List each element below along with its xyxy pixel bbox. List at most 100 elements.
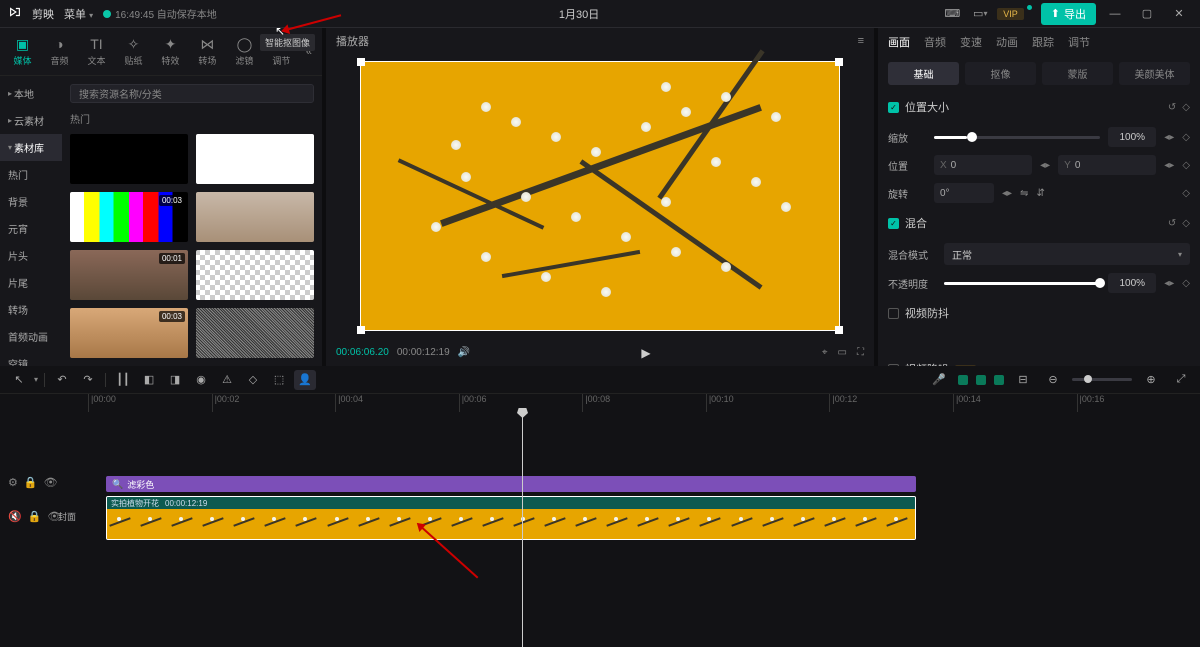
stepper-icon[interactable]: ◂▸ xyxy=(1164,132,1174,143)
close-button[interactable]: ✕ xyxy=(1166,4,1192,24)
sidebar-item-local[interactable]: ▸本地 xyxy=(0,80,62,107)
ratio-icon[interactable]: ▭ xyxy=(838,347,847,358)
sidebar-item-lantern[interactable]: 元宵 xyxy=(0,215,62,242)
crop-icon[interactable]: ⬚ xyxy=(268,370,290,390)
tab-media[interactable]: ▣媒体 xyxy=(6,36,39,67)
freeze-icon[interactable]: ◉ xyxy=(190,370,212,390)
position-y-field[interactable]: Y0 xyxy=(1058,155,1156,175)
sidebar-item-hot[interactable]: 热门 xyxy=(0,161,62,188)
sidebar-item-outro[interactable]: 片尾 xyxy=(0,269,62,296)
reset-icon[interactable]: ↺ xyxy=(1168,102,1176,113)
zoom-fit-icon[interactable]: ⤢ xyxy=(1170,370,1192,390)
checkbox-icon[interactable]: ✓ xyxy=(888,102,899,113)
play-button[interactable]: ▶ xyxy=(641,346,650,360)
keyframe-icon[interactable]: ◇ xyxy=(1182,278,1190,289)
settings-icon[interactable]: ⚙ xyxy=(8,476,18,489)
section-denoise[interactable]: 视频降噪 VIP xyxy=(888,353,1190,366)
media-thumb[interactable] xyxy=(196,308,314,358)
timeline-ruler[interactable]: |00:00 |00:02 |00:04 |00:06 |00:08 |00:1… xyxy=(0,394,1200,412)
keyframe-icon[interactable]: ◇ xyxy=(1182,132,1190,143)
zoom-out-icon[interactable]: ⊖ xyxy=(1042,370,1064,390)
scale-value[interactable]: 100% xyxy=(1108,127,1156,147)
media-thumb[interactable]: 00:03 xyxy=(70,192,188,242)
media-thumb[interactable]: 00:01 xyxy=(70,250,188,300)
mirror-icon[interactable]: ⚠ xyxy=(216,370,238,390)
vip-badge[interactable]: VIP xyxy=(997,8,1024,20)
insp-tab-anim[interactable]: 动画 xyxy=(996,34,1018,50)
rotate-field[interactable]: 0° xyxy=(934,183,994,203)
player-menu-icon[interactable]: ≡ xyxy=(858,35,864,47)
insp-tab-track[interactable]: 跟踪 xyxy=(1032,34,1054,50)
position-x-field[interactable]: X0 xyxy=(934,155,1032,175)
subtab-basic[interactable]: 基础 xyxy=(888,62,959,85)
tab-filter[interactable]: ◯滤镜 xyxy=(228,36,261,67)
undo-button[interactable]: ↶ xyxy=(51,370,73,390)
select-tool-icon[interactable]: ↖ xyxy=(8,370,30,390)
handle-top-left[interactable] xyxy=(357,58,365,66)
subtab-beauty[interactable]: 美颜美体 xyxy=(1119,62,1190,85)
tab-effect[interactable]: ✦特效 xyxy=(154,36,187,67)
tab-audio[interactable]: ◑音频 xyxy=(43,36,76,67)
zoom-slider[interactable] xyxy=(1072,378,1132,381)
tab-text[interactable]: TI文本 xyxy=(80,36,113,67)
tracks-area[interactable]: ⚙ 🔒 👁 🔇 🔒 👁 封面 🔍 滤彩色 实拍植物开花 00:00:12:19 xyxy=(0,412,1200,647)
keyframe-icon[interactable]: ◇ xyxy=(1182,102,1190,113)
delete-left-icon[interactable]: ◧ xyxy=(138,370,160,390)
media-thumb[interactable] xyxy=(196,134,314,184)
handle-top-right[interactable] xyxy=(835,58,843,66)
section-pos-size[interactable]: ✓ 位置大小 ↺◇ xyxy=(888,91,1190,123)
insp-tab-speed[interactable]: 变速 xyxy=(960,34,982,50)
handle-bottom-right[interactable] xyxy=(835,326,843,334)
playhead[interactable] xyxy=(522,412,523,647)
mic-icon[interactable]: 🎤 xyxy=(928,370,950,390)
zoom-in-icon[interactable]: ⊕ xyxy=(1140,370,1162,390)
tab-transition[interactable]: ⋈转场 xyxy=(191,36,224,67)
fullscreen-icon[interactable]: ⛶ xyxy=(857,347,864,358)
opacity-value[interactable]: 100% xyxy=(1108,273,1156,293)
sidebar-item-anim[interactable]: 首频动画 xyxy=(0,323,62,350)
menu-dropdown[interactable]: 菜单 ▾ xyxy=(64,6,93,22)
lock-icon[interactable]: 🔒 xyxy=(28,510,42,523)
cover-label[interactable]: 封面 xyxy=(58,510,82,523)
blend-mode-select[interactable]: 正常 ▾ xyxy=(944,243,1190,265)
media-thumb[interactable] xyxy=(196,192,314,242)
flip-v-icon[interactable]: ⇵ xyxy=(1036,188,1044,199)
keyframe-icon[interactable]: ◇ xyxy=(1182,218,1190,229)
handle-bottom-left[interactable] xyxy=(357,326,365,334)
split-tool-icon[interactable]: ┃┃ xyxy=(112,370,134,390)
sidebar-item-library[interactable]: ▾素材库 xyxy=(0,134,62,161)
preview-cut-icon[interactable]: ⊟ xyxy=(1012,370,1034,390)
adjustment-clip[interactable]: 🔍 滤彩色 xyxy=(106,476,916,492)
media-thumb[interactable] xyxy=(196,250,314,300)
subtab-mask[interactable]: 蒙版 xyxy=(1042,62,1113,85)
layout-button[interactable]: ▭▾ xyxy=(969,4,991,24)
reset-icon[interactable]: ↺ xyxy=(1168,218,1176,229)
shortcut-button[interactable]: ⌨ xyxy=(941,4,963,24)
sidebar-item-bg[interactable]: 背景 xyxy=(0,188,62,215)
rotate-icon[interactable]: ◇ xyxy=(242,370,264,390)
focus-icon[interactable]: ⌖ xyxy=(822,347,828,358)
section-stabilize[interactable]: 视频防抖 xyxy=(888,297,1190,329)
delete-right-icon[interactable]: ◨ xyxy=(164,370,186,390)
player-canvas[interactable] xyxy=(360,61,840,331)
minimize-button[interactable]: — xyxy=(1102,4,1128,24)
eye-icon[interactable]: 👁 xyxy=(44,476,58,489)
insp-tab-audio[interactable]: 音频 xyxy=(924,34,946,50)
search-input[interactable]: 搜索资源名称/分类 xyxy=(70,84,314,103)
flip-h-icon[interactable]: ⇋ xyxy=(1020,188,1028,199)
sidebar-item-empty[interactable]: 空镜 xyxy=(0,350,62,366)
checkbox-icon[interactable]: ✓ xyxy=(888,218,899,229)
section-blend[interactable]: ✓ 混合 ↺◇ xyxy=(888,207,1190,239)
smart-cutout-icon[interactable]: 👤 xyxy=(294,370,316,390)
checkbox-icon[interactable] xyxy=(888,308,899,319)
magnet-toggle3[interactable] xyxy=(994,375,1004,385)
volume-icon[interactable]: 🔊 xyxy=(458,347,470,358)
video-clip[interactable]: 实拍植物开花 00:00:12:19 xyxy=(106,496,916,540)
opacity-slider[interactable] xyxy=(944,282,1100,285)
sidebar-item-intro[interactable]: 片头 xyxy=(0,242,62,269)
magnet-toggle1[interactable] xyxy=(958,375,968,385)
subtab-cutout[interactable]: 抠像 xyxy=(965,62,1036,85)
redo-button[interactable]: ↷ xyxy=(77,370,99,390)
keyframe-icon[interactable]: ◇ xyxy=(1182,160,1190,171)
lock-icon[interactable]: 🔒 xyxy=(24,476,38,489)
